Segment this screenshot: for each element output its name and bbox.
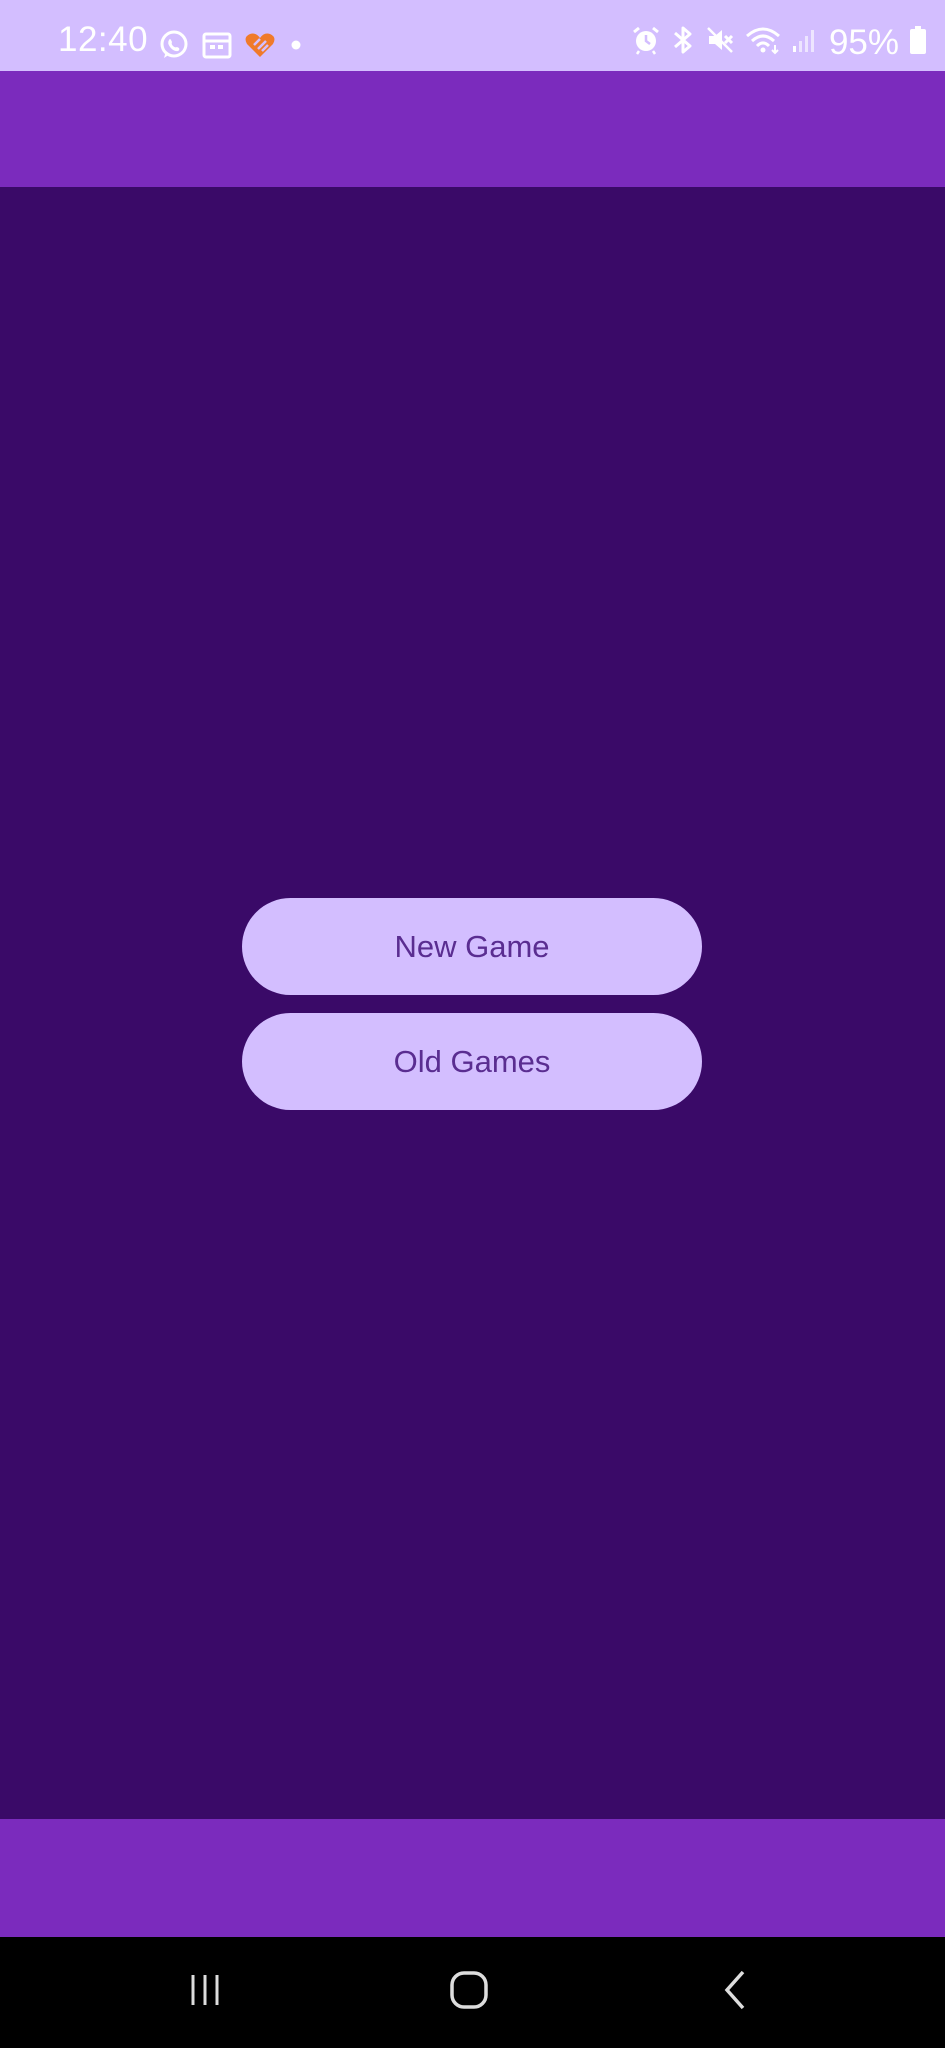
main-content: [0, 187, 945, 1819]
battery-icon: [909, 25, 927, 60]
bluetooth-icon: [671, 24, 695, 61]
top-app-bar: [0, 71, 945, 187]
wifi-icon: [745, 25, 781, 60]
home-button[interactable]: [434, 1959, 504, 2025]
status-right-icons: 95%: [631, 24, 927, 61]
bottom-app-bar: [0, 1819, 945, 1937]
signal-icon: [791, 26, 819, 59]
app-heart-icon: [244, 31, 276, 64]
alarm-icon: [631, 25, 661, 60]
home-icon: [447, 1968, 491, 2017]
old-games-button[interactable]: Old Games: [242, 1013, 702, 1110]
whatsapp-icon: [158, 29, 190, 66]
status-bar: 12:40 95%: [0, 0, 945, 71]
battery-percent: 95%: [828, 23, 899, 62]
new-game-button[interactable]: New Game: [242, 898, 702, 995]
status-left-icons: [158, 29, 304, 66]
back-button[interactable]: [700, 1959, 770, 2025]
recent-apps-icon: [185, 1970, 225, 2015]
mute-icon: [705, 25, 735, 60]
status-time: 12:40: [58, 20, 149, 59]
dot-icon: [288, 37, 304, 58]
back-icon: [715, 1968, 755, 2017]
recent-apps-button[interactable]: [170, 1959, 240, 2025]
phone-screen: 12:40 95% New Game Old Games: [0, 0, 945, 2048]
calendar-icon: [202, 31, 232, 64]
system-nav-bar: [0, 1937, 945, 2048]
